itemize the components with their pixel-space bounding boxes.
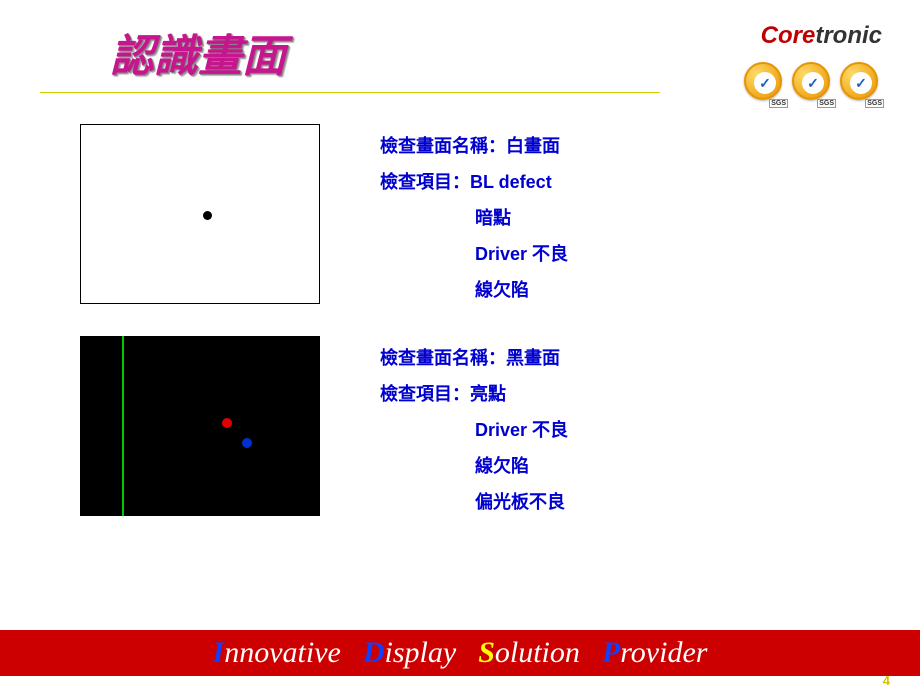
- defect-item: 線欠陷: [380, 272, 568, 308]
- white-screen-illustration: [80, 124, 320, 304]
- defect-item: 偏光板不良: [380, 484, 568, 520]
- check-item-label: 檢查項目：BL defect: [380, 164, 568, 200]
- bright-dot-red-icon: [222, 418, 232, 428]
- dark-dot-icon: [203, 211, 212, 220]
- line-defect-icon: [122, 336, 124, 516]
- sgs-badge-icon: ✓ SGS: [744, 62, 786, 110]
- page-number: 4: [883, 673, 890, 688]
- sgs-badge-icon: ✓ SGS: [840, 62, 882, 110]
- footer-word-solution: Solution: [478, 636, 580, 670]
- section-black-screen: 檢查畫面名稱：黑畫面 檢查項目：亮點 Driver 不良 線欠陷 偏光板不良: [80, 336, 880, 520]
- header: 認識畫面 Coretronic ✓ SGS ✓ SGS ✓ SGS: [0, 0, 920, 94]
- footer-word-display: Display: [363, 636, 456, 670]
- logo-part1: Core: [761, 22, 816, 49]
- screen-name-label: 檢查畫面名稱：白畫面: [380, 128, 568, 164]
- bright-dot-blue-icon: [242, 438, 252, 448]
- sgs-badge-icon: ✓ SGS: [792, 62, 834, 110]
- screen-name-label: 檢查畫面名稱：黑畫面: [380, 340, 568, 376]
- title-underline: [40, 92, 660, 93]
- certification-badges: ✓ SGS ✓ SGS ✓ SGS: [744, 62, 882, 110]
- content-area: 檢查畫面名稱：白畫面 檢查項目：BL defect 暗點 Driver 不良 線…: [0, 94, 920, 520]
- defect-item: Driver 不良: [380, 412, 568, 448]
- footer-word-innovative: Innovative: [213, 636, 341, 670]
- footer-word-provider: Provider: [602, 636, 708, 670]
- brand-logo: Coretronic: [761, 22, 882, 50]
- black-screen-illustration: [80, 336, 320, 516]
- footer-banner: Innovative Display Solution Provider: [0, 630, 920, 676]
- defect-item: Driver 不良: [380, 236, 568, 272]
- white-screen-description: 檢查畫面名稱：白畫面 檢查項目：BL defect 暗點 Driver 不良 線…: [380, 124, 568, 308]
- defect-item: 暗點: [380, 200, 568, 236]
- section-white-screen: 檢查畫面名稱：白畫面 檢查項目：BL defect 暗點 Driver 不良 線…: [80, 124, 880, 308]
- logo-part2: tronic: [815, 22, 882, 49]
- check-item-label: 檢查項目：亮點: [380, 376, 568, 412]
- black-screen-description: 檢查畫面名稱：黑畫面 檢查項目：亮點 Driver 不良 線欠陷 偏光板不良: [380, 336, 568, 520]
- defect-item: 線欠陷: [380, 448, 568, 484]
